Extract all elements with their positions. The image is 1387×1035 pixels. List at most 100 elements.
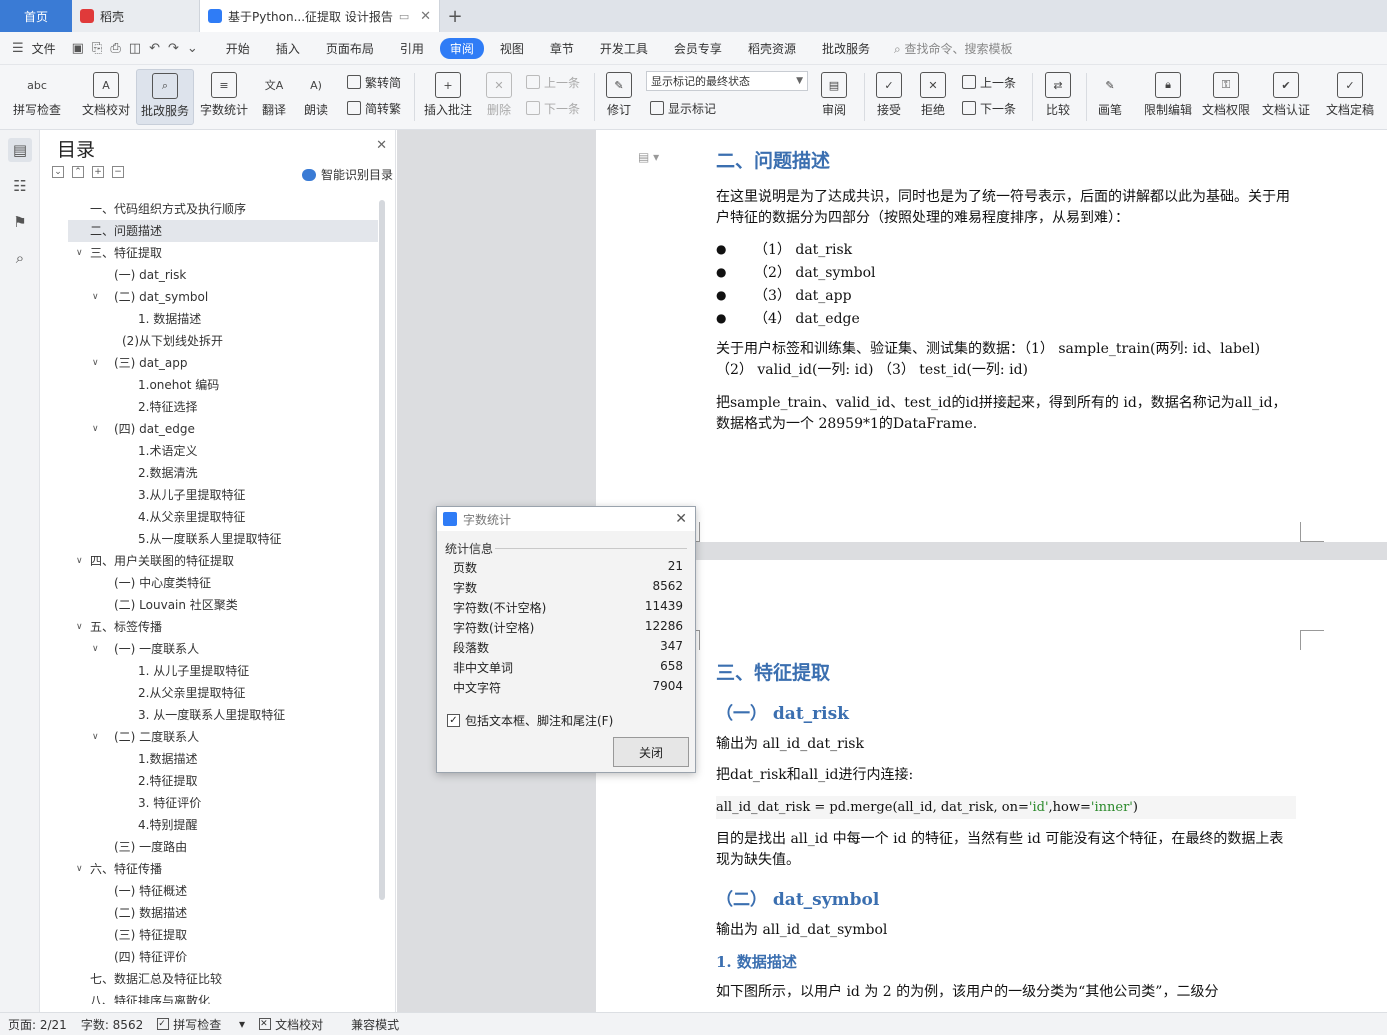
chevron-down-icon[interactable]: ∨ [92,352,99,374]
customize-chevron-icon[interactable]: ⌄ [187,41,198,56]
chevron-down-icon[interactable]: ∨ [92,638,99,660]
close-tab-icon[interactable]: ✕ [420,9,431,24]
menu-section[interactable]: 章节 [540,38,584,59]
print-icon[interactable]: ⎙ [110,41,120,56]
restrict-editing-button[interactable]: 🔒︎ 限制编辑 [1140,69,1196,125]
toc-item[interactable]: 4.特别提醒 [68,814,378,836]
toc-item[interactable]: (四) 特征评价 [68,946,378,968]
proofread-button[interactable]: A 文档校对 [78,69,134,125]
page-indicator[interactable]: 页面: 2/21 [8,1016,67,1033]
toc-item[interactable]: 一、代码组织方式及执行顺序 [68,198,378,220]
toc-item[interactable]: ∨ 三、特征提取 [68,242,378,264]
reject-button[interactable]: ✕ 拒绝 [914,69,952,125]
toc-scrollbar[interactable] [379,200,385,900]
pen-button[interactable]: ✎ 画笔 [1092,69,1128,125]
next-comment-button[interactable]: 下一条 [526,98,580,118]
chevron-down-icon[interactable]: ∨ [76,616,83,638]
collapse-all-icon[interactable]: ⌃ [72,166,84,178]
menu-insert[interactable]: 插入 [266,38,310,59]
find-icon[interactable]: ⌕ [8,246,32,270]
toc-item[interactable]: ∨ (一) 一度联系人 [68,638,378,660]
toc-item[interactable]: 4.从父亲里提取特征 [68,506,378,528]
toc-item[interactable]: (三) 一度路由 [68,836,378,858]
toc-item[interactable]: 2.特征选择 [68,396,378,418]
trad-to-simp-button[interactable]: 繁转简 [347,72,401,92]
menu-view[interactable]: 视图 [490,38,534,59]
close-icon[interactable]: ✕ [675,511,687,527]
review-pane-button[interactable]: ▤ 审阅 [814,69,854,125]
tab-document[interactable]: 基于Python...征提取 设计报告 ▭ ✕ [200,0,440,32]
toc-item[interactable]: ∨ 六、特征传播 [68,858,378,880]
spell-check-button[interactable]: abc 拼写检查 [8,69,66,125]
toc-item[interactable]: (二) 数据描述 [68,902,378,924]
expand-all-icon[interactable]: ⌄ [52,166,64,178]
toc-item[interactable]: (二) Louvain 社区聚类 [68,594,378,616]
new-tab-button[interactable]: + [440,0,470,32]
toc-item[interactable]: ∨ (二) 二度联系人 [68,726,378,748]
chevron-down-icon[interactable]: ∨ [92,726,99,748]
toc-item[interactable]: ∨ (三) dat_app [68,352,378,374]
toc-item[interactable]: 1. 从儿子里提取特征 [68,660,378,682]
markup-state-select[interactable]: 显示标记的最终状态 ▼ [646,71,808,91]
toc-item[interactable]: (一) 特征概述 [68,880,378,902]
print-preview-icon[interactable]: ◫ [129,41,141,56]
menu-review[interactable]: 审阅 [439,37,484,59]
close-button[interactable]: 关闭 [613,737,689,767]
show-markup-button[interactable]: 显示标记 [650,98,716,118]
chevron-down-icon[interactable]: ∨ [92,418,99,440]
menu-member[interactable]: 会员专享 [664,38,732,59]
toc-item[interactable]: 七、数据汇总及特征比较 [68,968,378,990]
toc-item[interactable]: 1.onehot 编码 [68,374,378,396]
accept-button[interactable]: ✓ 接受 [870,69,908,125]
include-textbox-checkbox[interactable]: ✓ 包括文本框、脚注和尾注(F) [447,712,613,729]
simp-to-trad-button[interactable]: 简转繁 [347,98,401,118]
file-menu[interactable]: 文件 [22,38,66,59]
delete-comment-button[interactable]: ✕ 删除 [480,69,518,125]
spell-check-status[interactable]: ✓ 拼写检查 ▾ [157,1016,245,1033]
toc-item[interactable]: 2.从父亲里提取特征 [68,682,378,704]
dialog-titlebar[interactable]: 字数统计 ✕ [437,507,695,531]
word-count-indicator[interactable]: 字数: 8562 [81,1016,143,1033]
menu-batch-service[interactable]: 批改服务 [812,38,880,59]
remove-heading-icon[interactable]: − [112,166,124,178]
undo-icon[interactable]: ↶ [149,41,160,56]
toc-item[interactable]: 2.特征提取 [68,770,378,792]
close-panel-icon[interactable]: ✕ [376,138,387,153]
chevron-down-icon[interactable]: ∨ [92,286,99,308]
menu-references[interactable]: 引用 [390,38,434,59]
toc-item[interactable]: (一) 中心度类特征 [68,572,378,594]
toc-item[interactable]: 3. 从一度联系人里提取特征 [68,704,378,726]
toc-item[interactable]: 5.从一度联系人里提取特征 [68,528,378,550]
toc-item[interactable]: ∨ 五、标签传播 [68,616,378,638]
toc-item[interactable]: 3.从儿子里提取特征 [68,484,378,506]
toc-item[interactable]: ∨ (四) dat_edge [68,418,378,440]
menu-developer[interactable]: 开发工具 [590,38,658,59]
toc-item[interactable]: 2.数据清洗 [68,462,378,484]
smart-toc-button[interactable]: 智能识别目录 [301,166,393,183]
pin-icon[interactable]: ▭ [399,10,409,23]
toc-item[interactable]: 八、特征排序与离散化 [68,990,378,1004]
batch-service-button[interactable]: ⌕ 批改服务 [136,69,194,125]
toc-item[interactable]: ∨ (二) dat_symbol [68,286,378,308]
track-changes-button[interactable]: ✎ 修订 [600,69,638,125]
redo-icon[interactable]: ↷ [168,41,179,56]
proofread-status[interactable]: ✕ 文档校对 [259,1016,337,1033]
toc-item-current[interactable]: 二、问题描述 [68,220,378,242]
doc-finalize-button[interactable]: ✓ 文档定稿 [1320,69,1380,125]
menu-home[interactable]: 开始 [216,38,260,59]
compare-button[interactable]: ⇄ 比较 [1038,69,1078,125]
toc-item[interactable]: ∨ 四、用户关联图的特征提取 [68,550,378,572]
menu-layout[interactable]: 页面布局 [316,38,384,59]
chevron-down-icon[interactable]: ∨ [76,858,83,880]
toc-item[interactable]: (一) dat_risk [68,264,378,286]
bookmark-icon[interactable]: ⚑ [8,210,32,234]
command-search[interactable]: ⌕ 查找命令、搜索模板 [894,40,1013,57]
toc-item[interactable]: 3. 特征评价 [68,792,378,814]
read-aloud-button[interactable]: A) 朗读 [300,69,332,125]
toc-panel-icon[interactable]: ▤ [8,138,32,162]
word-count-button[interactable]: ≡ 字数统计 [198,69,250,125]
toc-item[interactable]: 1.数据描述 [68,748,378,770]
chevron-down-icon[interactable]: ∨ [76,550,83,572]
export-pdf-icon[interactable]: ⎘ [92,41,102,56]
doc-permission-button[interactable]: ⚿ 文档权限 [1198,69,1254,125]
